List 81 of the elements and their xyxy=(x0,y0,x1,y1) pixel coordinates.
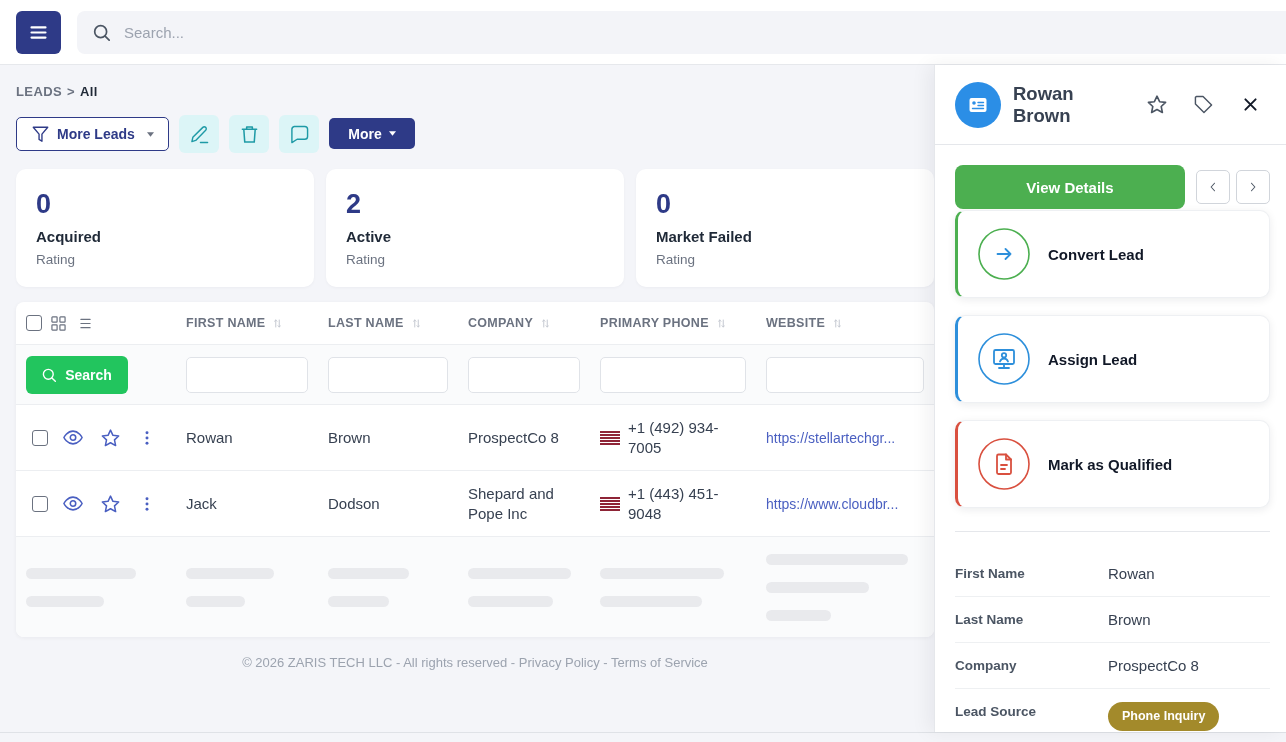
view-details-button[interactable]: View Details xyxy=(955,165,1185,209)
trash-icon xyxy=(239,124,259,144)
field-value: Rowan xyxy=(1108,565,1155,583)
table-cell: ProspectCo 8 xyxy=(468,427,559,448)
checkbox[interactable] xyxy=(32,495,48,512)
edit-button[interactable] xyxy=(179,115,219,153)
comment-button[interactable] xyxy=(279,115,319,153)
chat-bubble-icon xyxy=(289,124,309,144)
menu-button[interactable] xyxy=(16,10,61,54)
filter-field[interactable] xyxy=(328,356,448,393)
stat-value: 0 xyxy=(36,189,53,219)
close-icon[interactable] xyxy=(1244,98,1257,111)
search-icon xyxy=(93,23,110,41)
lead-name: Rowan Brown xyxy=(1013,82,1075,127)
table-cell: Rowan xyxy=(186,427,233,448)
filter-field[interactable] xyxy=(186,356,308,393)
chevron-right-icon xyxy=(1250,182,1256,192)
footer-text: © 2026 ZARIS TECH LLC - All rights reserved - Privacy Policy - Terms of Service xyxy=(241,654,709,672)
field-label: Lead Source xyxy=(955,703,1038,721)
stat-label: Market Failed xyxy=(656,228,753,246)
tag-icon[interactable] xyxy=(1194,95,1213,114)
column-header[interactable]: COMPANY xyxy=(468,316,534,330)
flag-icon xyxy=(600,430,620,445)
table-cell-text: +1 (492) 934-7005 xyxy=(628,417,720,458)
table-cell-text: Shepard and Pope Inc xyxy=(468,483,555,524)
filter-field[interactable] xyxy=(766,356,924,393)
action-card[interactable]: Mark as Qualified xyxy=(955,420,1270,508)
breadcrumb-separator: > xyxy=(67,84,76,100)
column-header[interactable]: LAST NAME xyxy=(328,316,404,330)
action-card[interactable]: Convert Lead xyxy=(955,210,1270,298)
field-value: Brown xyxy=(1108,611,1151,629)
source-badge: Phone Inquiry xyxy=(1108,702,1220,731)
filter-button[interactable]: More Leads xyxy=(16,117,169,151)
field-label: Company xyxy=(955,657,1018,675)
table-cell: Brown xyxy=(328,427,371,448)
eye-icon[interactable] xyxy=(63,496,83,511)
filter-field[interactable] xyxy=(600,356,746,393)
table-cell: Jack xyxy=(186,493,217,514)
search-icon xyxy=(42,367,57,382)
menu-icon xyxy=(30,25,47,39)
vertical-dots-icon[interactable] xyxy=(145,496,149,511)
stat-caption: Rating xyxy=(36,251,77,269)
pencil-icon xyxy=(189,124,209,144)
stat-value: 2 xyxy=(346,189,363,219)
star-icon[interactable] xyxy=(1147,95,1167,114)
table-cell: Dodson xyxy=(328,493,380,514)
filter-icon xyxy=(32,125,49,143)
website-link[interactable]: https://stellartechgr... xyxy=(766,429,896,446)
more-button[interactable]: More xyxy=(329,118,415,149)
stat-caption: Rating xyxy=(656,251,697,269)
chevron-left-icon xyxy=(1210,182,1216,192)
column-header[interactable]: PRIMARY PHONE xyxy=(600,316,709,330)
grid-view-icon[interactable] xyxy=(51,315,66,331)
column-header[interactable]: WEBSITE xyxy=(766,316,826,330)
star-icon[interactable] xyxy=(101,494,120,513)
caret-down-icon xyxy=(388,131,396,136)
filter-field[interactable] xyxy=(468,356,580,393)
flag-icon xyxy=(600,496,620,511)
star-icon[interactable] xyxy=(101,428,120,447)
eye-icon[interactable] xyxy=(63,430,83,445)
vertical-dots-icon[interactable] xyxy=(145,430,149,445)
website-link[interactable]: https://www.cloudbr... xyxy=(766,495,899,512)
field-label: Last Name xyxy=(955,611,1025,629)
stat-label: Active xyxy=(346,228,393,246)
stat-value: 0 xyxy=(656,189,673,219)
action-card[interactable]: Assign Lead xyxy=(955,315,1270,403)
search-field[interactable]: Search... xyxy=(77,10,1286,54)
table-cell-text: +1 (443) 451-9048 xyxy=(628,483,720,524)
list-view-icon[interactable] xyxy=(80,317,91,329)
id-card-icon xyxy=(955,81,1001,128)
checkbox[interactable] xyxy=(32,429,48,446)
field-value: ProspectCo 8 xyxy=(1108,657,1199,675)
stat-caption: Rating xyxy=(346,251,387,269)
stat-label: Acquired xyxy=(36,228,102,246)
checkbox[interactable] xyxy=(26,315,42,331)
column-header[interactable]: FIRST NAME xyxy=(186,316,266,330)
breadcrumb-current: All xyxy=(80,84,98,100)
caret-down-icon xyxy=(147,131,154,137)
field-label: First Name xyxy=(955,565,1026,583)
breadcrumb-link[interactable]: LEADS xyxy=(16,84,63,100)
delete-button[interactable] xyxy=(229,115,269,153)
